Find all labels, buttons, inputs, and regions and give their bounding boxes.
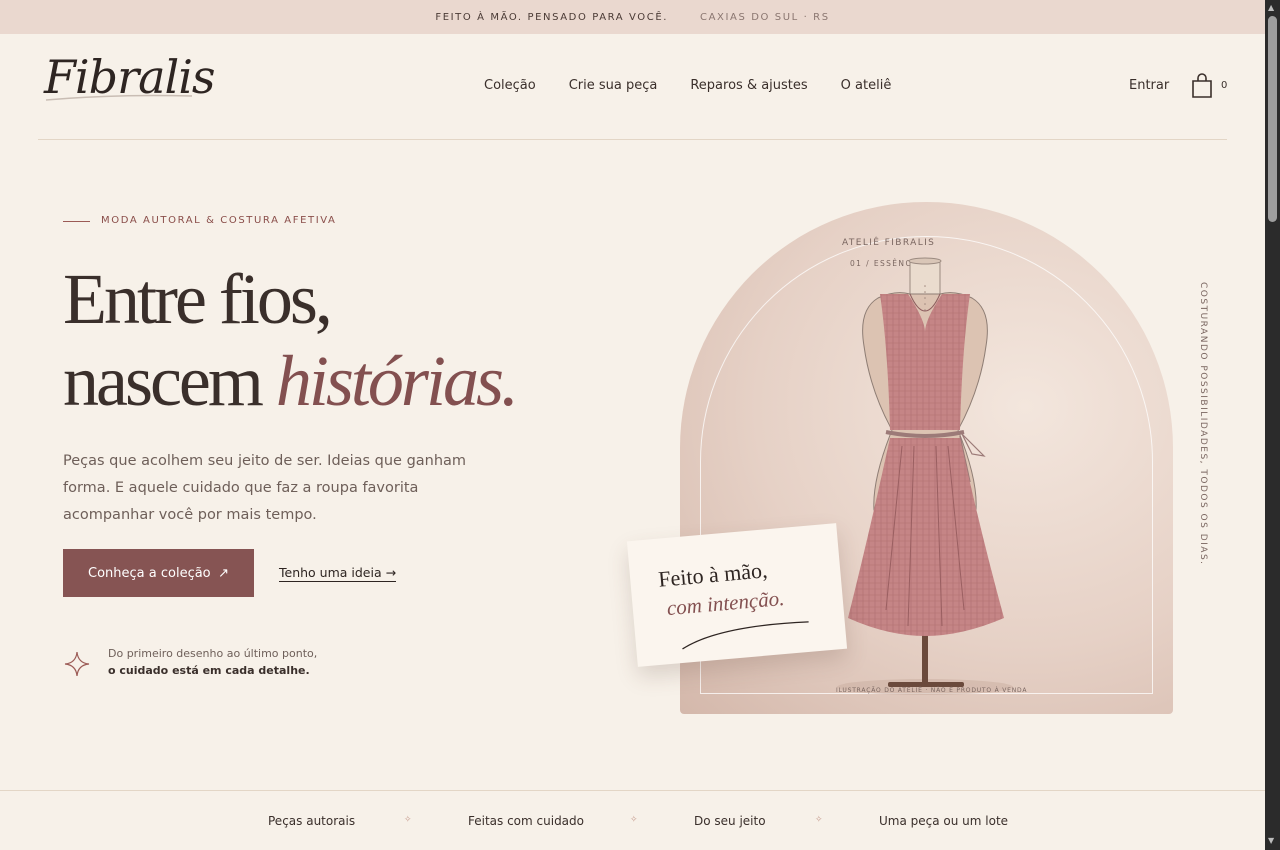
hero-lead: Peças que acolhem seu jeito de ser. Idei… xyxy=(63,453,467,523)
announcement-bar: FEITO À MÃO. PENSADO PARA VOCÊ. CAXIAS D… xyxy=(0,0,1265,34)
page-scrollbar[interactable]: ▲ ▼ xyxy=(1265,0,1280,850)
feature-item: Uma peça ou um lote xyxy=(879,814,1009,828)
hero-eyebrow: MODA AUTORAL & COSTURA AFETIVA xyxy=(101,215,337,226)
feature-item: Do seu jeito xyxy=(694,814,766,828)
nav-reparos-ajustes[interactable]: Reparos & ajustes xyxy=(690,78,807,93)
feature-item: Feitas com cuidado xyxy=(468,814,584,828)
dress-form-illustration xyxy=(837,257,1013,695)
nav-o-atelie[interactable]: O ateliê xyxy=(841,78,892,93)
vertical-tagline: COSTURANDO POSSIBILIDADES, TODOS OS DIAS… xyxy=(1198,282,1208,566)
login-link[interactable]: Entrar xyxy=(1129,78,1169,93)
diamond-icon: ✧ xyxy=(815,815,823,825)
card-line1: Feito à mão, xyxy=(657,557,769,592)
main-nav: Coleção Crie sua peça Reparos & ajustes … xyxy=(484,78,891,93)
atelier-label: ATELIÊ FIBRALIS xyxy=(842,238,936,248)
care-note-line1: Do primeiro desenho ao último ponto, xyxy=(108,647,318,660)
scroll-thumb[interactable] xyxy=(1268,16,1277,222)
cart-count-badge: 0 xyxy=(1221,80,1228,91)
illustration-note: ILUSTRAÇÃO DO ATELIÊ · NÃO É PRODUTO À V… xyxy=(836,687,1028,694)
feature-item: Peças autorais xyxy=(268,814,356,828)
hero-title-line2: nascem histórias. xyxy=(63,340,519,422)
nav-crie-sua-peca[interactable]: Crie sua peça xyxy=(569,78,658,93)
diamond-icon: ✧ xyxy=(630,815,638,825)
shop-collection-label: Conheça a coleção xyxy=(88,565,211,581)
nav-colecao[interactable]: Coleção xyxy=(484,78,536,93)
shopping-bag-icon[interactable] xyxy=(1190,73,1214,99)
hero-title-line1: Entre fios, xyxy=(63,259,333,339)
scroll-down-icon[interactable]: ▼ xyxy=(1268,836,1274,845)
shop-collection-button[interactable]: Conheça a coleção ↗ xyxy=(63,549,254,597)
handmade-card: Feito à mão, com intenção. xyxy=(626,523,848,667)
diamond-icon: ✧ xyxy=(404,815,412,825)
features-strip: Peças autorais ✧ Feitas com cuidado ✧ Do… xyxy=(0,790,1265,850)
care-note-line2: o cuidado está em cada detalhe. xyxy=(108,664,310,677)
hero-title-plain: nascem xyxy=(63,341,276,421)
idea-link[interactable]: Tenho uma ideia → xyxy=(279,565,397,582)
logo-swash-icon xyxy=(45,94,193,101)
arrow-up-right-icon: ↗ xyxy=(218,565,229,581)
eyebrow-rule xyxy=(63,221,90,222)
header-divider xyxy=(38,139,1227,140)
announcement-location: CAXIAS DO SUL · RS xyxy=(700,11,830,23)
scroll-up-icon[interactable]: ▲ xyxy=(1268,3,1274,12)
sparkle-icon xyxy=(64,651,90,677)
hero-title-accent: histórias. xyxy=(275,341,519,421)
hero-title: Entre fios, nascem histórias. xyxy=(63,258,519,422)
announcement-tagline: FEITO À MÃO. PENSADO PARA VOCÊ. xyxy=(435,11,669,23)
